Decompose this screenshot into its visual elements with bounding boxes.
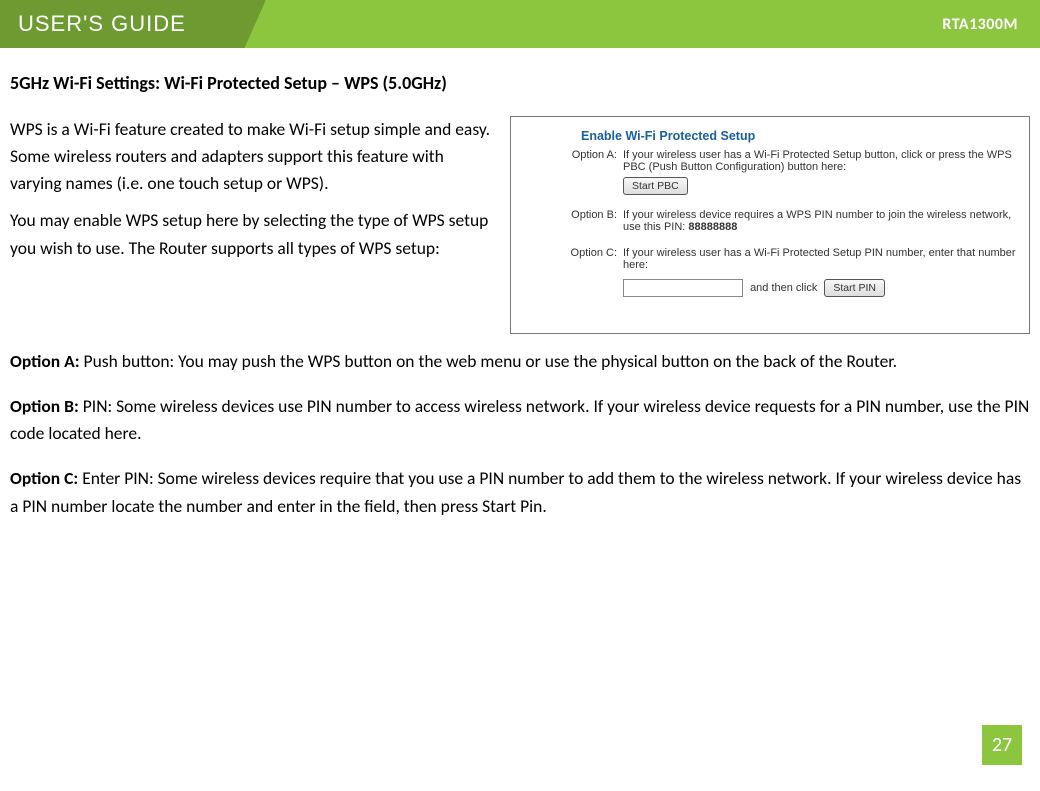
panel-option-c-text: If your wireless user has a Wi-Fi Protec… — [623, 247, 1016, 271]
guide-label: USER'S GUIDE — [0, 0, 266, 48]
intro-paragraph-2: You may enable WPS setup here by selecti… — [10, 207, 496, 261]
panel-option-b-body: If your wireless device requires a WPS P… — [623, 209, 1021, 233]
option-b-text: PIN: Some wireless devices use PIN numbe… — [10, 395, 1029, 444]
panel-option-c-label: Option C: — [519, 247, 623, 271]
option-a-text: Push button: You may push the WPS button… — [80, 350, 897, 372]
wps-pin-value: 88888888 — [688, 221, 737, 233]
option-b-lead: Option B: — [10, 395, 79, 417]
panel-option-a-body: If your wireless user has a Wi-Fi Protec… — [623, 149, 1021, 195]
panel-option-a-label: Option A: — [519, 149, 623, 195]
model-label: RTA1300M — [942, 15, 1018, 34]
pin-input[interactable] — [623, 279, 743, 297]
page-number: 27 — [982, 725, 1022, 765]
panel-option-a: Option A: If your wireless user has a Wi… — [519, 149, 1021, 195]
intro-paragraph-1: WPS is a Wi-Fi feature created to make W… — [10, 116, 496, 197]
option-c-lead: Option C: — [10, 467, 78, 489]
start-pbc-button[interactable]: Start PBC — [623, 177, 688, 195]
and-then-click-text: and then click — [750, 282, 817, 294]
panel-option-c: Option C: If your wireless user has a Wi… — [519, 247, 1021, 271]
content-area: 5GHz Wi-Fi Settings: Wi-Fi Protected Set… — [0, 48, 1040, 520]
intro-text: WPS is a Wi-Fi feature created to make W… — [10, 116, 496, 334]
wps-panel-title: Enable Wi-Fi Protected Setup — [581, 129, 1021, 143]
panel-option-b-text: If your wireless device requires a WPS P… — [623, 209, 1011, 233]
intro-row: WPS is a Wi-Fi feature created to make W… — [10, 116, 1030, 334]
option-a-block: Option A: Push button: You may push the … — [10, 348, 1030, 375]
start-pin-button[interactable]: Start PIN — [824, 279, 885, 297]
option-b-block: Option B: PIN: Some wireless devices use… — [10, 393, 1030, 447]
header-bar: USER'S GUIDE RTA1300M — [0, 0, 1040, 48]
wps-panel: Enable Wi-Fi Protected Setup Option A: I… — [510, 116, 1030, 334]
panel-option-a-text: If your wireless user has a Wi-Fi Protec… — [623, 149, 1012, 173]
panel-option-c-body: If your wireless user has a Wi-Fi Protec… — [623, 247, 1021, 271]
option-a-lead: Option A: — [10, 350, 80, 372]
option-c-block: Option C: Enter PIN: Some wireless devic… — [10, 465, 1030, 519]
panel-option-c-input-row: and then click Start PIN — [519, 275, 1021, 297]
panel-option-b-label: Option B: — [519, 209, 623, 233]
panel-option-b: Option B: If your wireless device requir… — [519, 209, 1021, 233]
option-c-text: Enter PIN: Some wireless devices require… — [10, 467, 1021, 516]
page-title: 5GHz Wi-Fi Settings: Wi-Fi Protected Set… — [10, 72, 1030, 94]
